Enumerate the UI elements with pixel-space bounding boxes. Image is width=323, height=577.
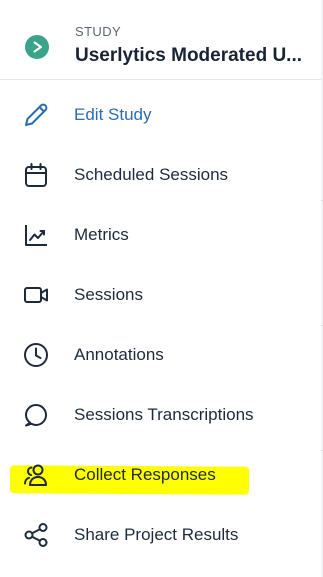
line-chart-icon <box>22 221 50 249</box>
study-title: Userlytics Moderated U... <box>75 45 303 66</box>
users-icon <box>22 461 50 489</box>
nav-item-collect-responses[interactable]: Collect Responses <box>0 445 321 505</box>
nav-item-annotations[interactable]: Annotations <box>0 325 321 385</box>
clock-icon <box>22 341 50 369</box>
nav-label-annotations: Annotations <box>74 345 164 364</box>
study-kicker: STUDY <box>75 24 122 39</box>
nav-item-sessions-transcriptions[interactable]: Sessions Transcriptions <box>0 385 321 445</box>
nav-label-share-project-results: Share Project Results <box>74 525 239 544</box>
pencil-icon <box>22 101 50 129</box>
study-header[interactable]: STUDY Userlytics Moderated U... <box>0 0 321 80</box>
nav-label-edit-study: Edit Study <box>74 105 152 124</box>
nav-item-metrics[interactable]: Metrics <box>0 205 321 265</box>
nav-label-collect-responses: Collect Responses <box>74 465 216 484</box>
speech-bubble-icon <box>22 401 50 429</box>
play-icon <box>25 35 49 59</box>
share-icon <box>22 521 50 549</box>
nav-item-share-project-results[interactable]: Share Project Results <box>0 505 321 565</box>
nav-label-metrics: Metrics <box>74 225 129 244</box>
nav-label-scheduled-sessions: Scheduled Sessions <box>74 165 229 184</box>
video-camera-icon <box>22 281 50 309</box>
nav-item-sessions[interactable]: Sessions <box>0 265 321 325</box>
nav-label-sessions: Sessions <box>74 285 143 304</box>
sidebar: STUDY Userlytics Moderated U... Edit Stu… <box>0 0 321 577</box>
nav-item-edit-study[interactable]: Edit Study <box>0 85 321 145</box>
nav-label-sessions-transcriptions: Sessions Transcriptions <box>74 405 254 424</box>
calendar-icon <box>22 161 50 189</box>
nav-item-scheduled-sessions[interactable]: Scheduled Sessions <box>0 145 321 205</box>
